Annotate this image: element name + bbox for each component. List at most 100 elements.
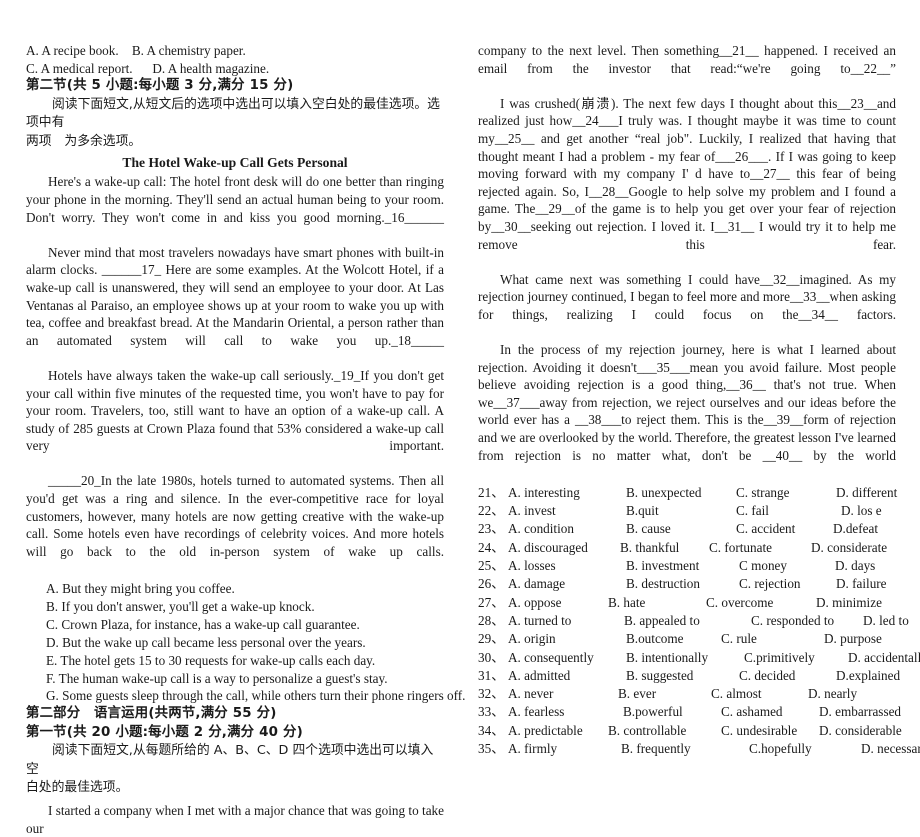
exam-page: A. A recipe book. B. A chemistry paper. … (0, 0, 920, 836)
mc-option-a[interactable]: A. turned to (508, 612, 624, 630)
mc-option-d[interactable]: D. nearly (808, 685, 857, 703)
mc-option-a[interactable]: A. interesting (508, 484, 626, 502)
mc-question-number: 34、 (478, 722, 505, 738)
mc-option-c[interactable]: C.hopefully (749, 740, 861, 758)
mc-option-a[interactable]: A. damage (508, 575, 626, 593)
mc-option-b[interactable]: B.powerful (623, 703, 721, 721)
option-item-e[interactable]: E. The hotel gets 15 to 30 requests for … (26, 652, 444, 670)
section-heading: 第二节(共 5 小题:每小题 3 分,满分 15 分) (26, 78, 294, 94)
mc-option-d[interactable]: D.explained (836, 667, 900, 685)
mc-option-b[interactable]: B. ever (618, 685, 711, 703)
mc-option-b[interactable]: B.outcome (626, 630, 721, 648)
mc-option-d[interactable]: D.defeat (833, 520, 878, 538)
mc-option-d[interactable]: D. necessarily (861, 740, 920, 758)
mc-option-d[interactable]: D. considerable (819, 722, 902, 740)
mc-option-b[interactable]: B. cause (626, 520, 736, 538)
mc-option-c[interactable]: C. ashamed (721, 703, 819, 721)
mc-option-b[interactable]: B. controllable (608, 722, 721, 740)
mc-option-d[interactable]: D. failure (836, 575, 887, 593)
mc-option-a[interactable]: A. firmly (508, 740, 621, 758)
mc-option-d[interactable]: D. minimize (816, 594, 882, 612)
mc-option-c[interactable]: C. strange (736, 484, 836, 502)
mc-option-c[interactable]: C. fortunate (709, 539, 811, 557)
mc-option-d[interactable]: D. days (835, 557, 875, 575)
mc-option-c[interactable]: C. almost (711, 685, 808, 703)
mc-option-d[interactable]: D. considerate (811, 539, 887, 557)
left-column: A. A recipe book. B. A chemistry paper. … (26, 42, 465, 836)
article-title: The Hotel Wake-up Call Gets Personal (122, 155, 348, 171)
mc-option-c[interactable]: C. rejection (739, 575, 836, 593)
mc-option-b[interactable]: B. appealed to (624, 612, 751, 630)
mc-option-a[interactable]: A. predictable (508, 722, 608, 740)
mc-option-d[interactable]: D. purpose (824, 630, 882, 648)
mc-question-number: 22、 (478, 503, 505, 519)
mc-question-number: 27、 (478, 594, 505, 610)
mc-option-a[interactable]: A. invest (508, 502, 626, 520)
mc-question-number: 28、 (478, 612, 505, 628)
article-paragraph-2: Never mind that most travelers nowadays … (26, 244, 444, 348)
mc-question-number: 25、 (478, 558, 505, 574)
mc-option-a[interactable]: A. admitted (508, 667, 626, 685)
mc-option-d[interactable]: D. led to (863, 612, 909, 630)
mc-option-b[interactable]: B. investment (626, 557, 739, 575)
mc-option-c[interactable]: C. rule (721, 630, 824, 648)
mc-option-a[interactable]: A. oppose (508, 594, 608, 612)
mc-option-a[interactable]: A. condition (508, 520, 626, 538)
mc-question-row: 24、 A. discouraged B. thankful C. fortunate… (478, 539, 896, 557)
option-item-f[interactable]: F. The human wake-up call is a way to pe… (26, 670, 444, 688)
part-two-instruction-line-2: 白处的最佳选项。 (26, 780, 129, 796)
mc-option-c[interactable]: C. overcome (706, 594, 816, 612)
mc-option-a[interactable]: A. losses (508, 557, 626, 575)
mc-option-d[interactable]: D. los e (841, 502, 882, 520)
option-item-a[interactable]: A. But they might bring you coffee. (26, 580, 444, 598)
option-item-c[interactable]: C. Crown Plaza, for instance, has a wake… (26, 616, 444, 634)
mc-option-c[interactable]: C. accident (736, 520, 833, 538)
mc-option-d[interactable]: D. embarrassed (819, 703, 901, 721)
section-instruction-line-1: 阅读下面短文,从短文后的选项中选出可以填入空白处的最佳选项。选项中有 (26, 96, 440, 131)
mc-question-number: 23、 (478, 521, 505, 537)
mc-option-b[interactable]: B.quit (626, 502, 736, 520)
mc-option-c[interactable]: C. decided (739, 667, 836, 685)
mc-question-row: 34、 A. predictable B. controllable C. undes… (478, 722, 902, 740)
mc-option-b[interactable]: B. intentionally (626, 649, 744, 667)
mc-question-number: 21、 (478, 484, 505, 500)
part-two-instruction-line-1: 阅读下面短文,从每题所给的 A、B、C、D 四个选项中选出可以填入空 (26, 743, 434, 777)
mc-question-row: 28、 A. turned to B. appealed to C. responde… (478, 612, 909, 630)
option-item-g[interactable]: G. Some guests sleep through the call, w… (26, 687, 465, 705)
mc-option-c[interactable]: C money (739, 557, 835, 575)
mc-question-number: 24、 (478, 539, 505, 555)
option-item-d[interactable]: D. But the wake up call became less pers… (26, 634, 444, 652)
mc-option-a[interactable]: A. never (508, 685, 618, 703)
mc-question-number: 26、 (478, 576, 505, 592)
reading-answer-option-cd: C. A medical report. D. A health magazin… (26, 60, 270, 76)
cloze-paragraph-2: I was crushed(崩溃). The next few days I t… (478, 95, 896, 252)
mc-question-row: 22、 A. invest B.quit C. fail D. los e (478, 502, 896, 520)
article-paragraph-4: _____20_In the late 1980s, hotels turned… (26, 473, 444, 559)
mc-option-b[interactable]: B. suggested (626, 667, 739, 685)
mc-question-number: 33、 (478, 704, 505, 720)
mc-option-c[interactable]: C. undesirable (721, 722, 819, 740)
mc-question-row: 23、 A. condition B. cause C. accident D.defe… (478, 520, 896, 538)
mc-option-c[interactable]: C. responded to (751, 612, 863, 630)
mc-option-b[interactable]: B. thankful (620, 539, 709, 557)
mc-option-d[interactable]: D. accidentally (848, 649, 920, 667)
right-column: company to the next level. Then somethin… (478, 42, 920, 756)
section-instruction-line-2: 两项 为多余选项。 (26, 133, 142, 149)
mc-option-c[interactable]: C. fail (736, 502, 841, 520)
mc-option-b[interactable]: B. unexpected (626, 484, 736, 502)
option-item-b[interactable]: B. If you don't answer, you'll get a wak… (26, 598, 444, 616)
mc-option-a[interactable]: A. consequently (508, 649, 626, 667)
mc-option-b[interactable]: B. hate (608, 594, 706, 612)
mc-option-a[interactable]: A. origin (508, 630, 626, 648)
mc-option-d[interactable]: D. different (836, 484, 897, 502)
mc-option-c[interactable]: C.primitively (744, 649, 848, 667)
mc-question-row: 29、 A. origin B.outcome C. rule D. purpose (478, 630, 896, 648)
mc-option-b[interactable]: B. frequently (621, 740, 749, 758)
mc-question-row: 21、 A. interesting B. unexpected C. strange… (478, 484, 897, 502)
mc-option-b[interactable]: B. destruction (626, 575, 739, 593)
article-paragraph-3: Hotels have always taken the wake-up cal… (26, 367, 444, 454)
mc-option-a[interactable]: A. discouraged (508, 539, 620, 557)
mc-option-a[interactable]: A. fearless (508, 703, 623, 721)
mc-question-number: 29、 (478, 631, 505, 647)
cloze-first-line: I started a company when I met with a ma… (26, 802, 444, 836)
